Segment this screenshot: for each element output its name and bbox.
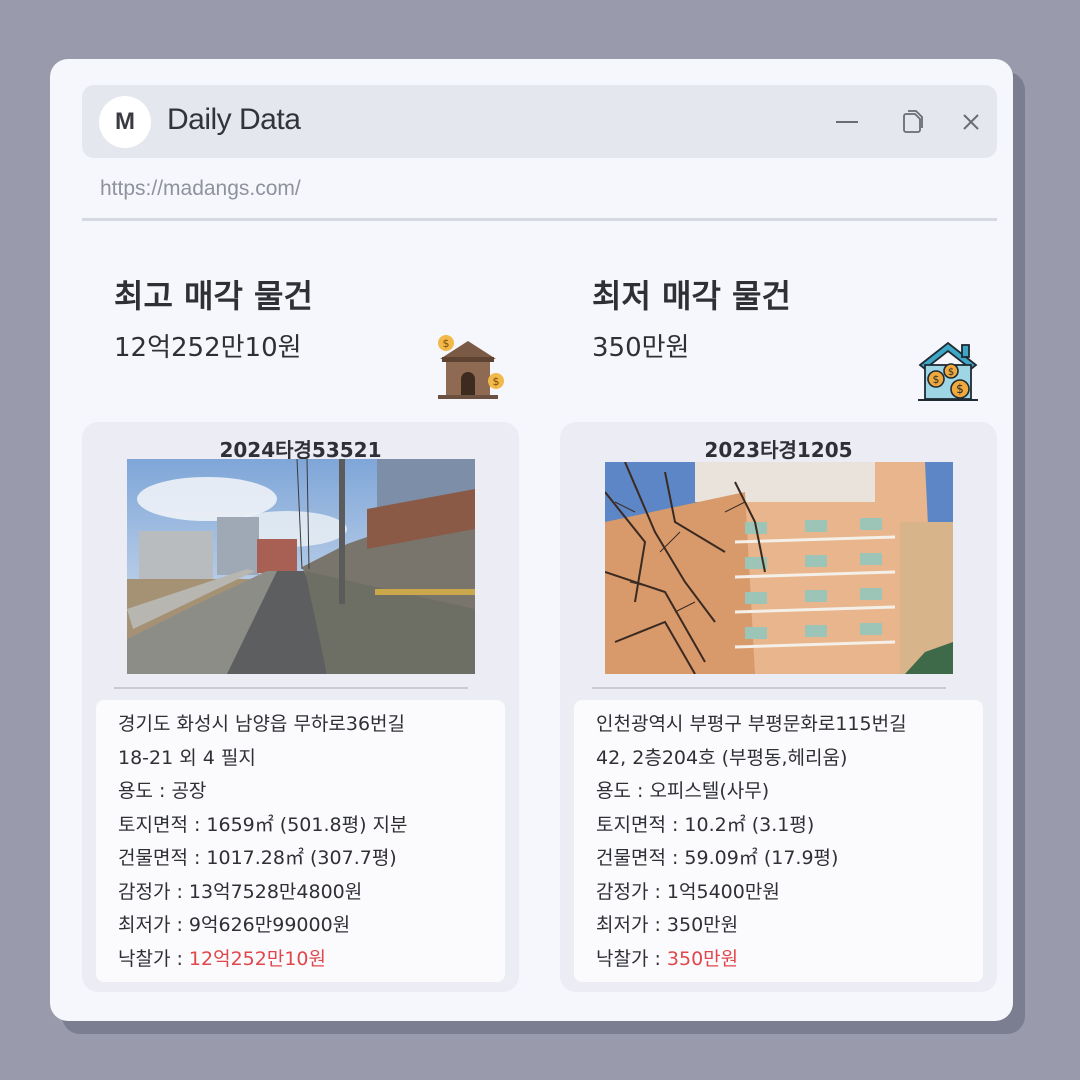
address-line-1: 경기도 화성시 남양읍 무하로36번길 [118,713,406,735]
header-divider [82,218,997,221]
svg-text:$: $ [948,367,954,378]
lowest-sale-price: 350만원 [592,333,690,363]
minimum-price: 최저가 : 9억626만99000원 [118,914,351,936]
app-window: M Daily Data https://madangs.com/ 최고 매각 … [50,59,1013,1021]
title-bar: M Daily Data [82,85,997,158]
winning-bid-label: 낙찰가 : [596,947,667,970]
building-area: 건물면적 : 1017.28㎡ (307.7평) [118,847,397,869]
svg-text:$: $ [493,375,500,388]
usage: 용도 : 공장 [118,780,207,802]
app-title: Daily Data [167,103,301,136]
apartment-building-photo [605,462,953,674]
house-money-icon: $ $ [432,331,504,403]
case-number: 2023타경1205 [704,438,853,462]
minimize-icon[interactable] [832,107,862,137]
close-icon[interactable] [956,107,986,137]
card-divider [592,687,946,689]
highest-sale-heading: 최고 매각 물건 [114,277,313,315]
address-line-1: 인천광역시 부평구 부평문화로115번길 [596,713,907,735]
auction-card-lowest[interactable]: 2023타경1205 인천광역시 부평구 부평문화로115번길 42, 2층20… [560,422,997,992]
winning-bid: 낙찰가 : 12억252만10원 [118,943,505,977]
factory-street-photo [127,459,475,674]
winning-bid: 낙찰가 : 350만원 [596,943,983,977]
winning-bid-label: 낙찰가 : [118,947,189,970]
property-info: 경기도 화성시 남양읍 무하로36번길 18-21 외 4 필지 용도 : 공장… [96,700,505,982]
building-area: 건물면적 : 59.09㎡ (17.9평) [596,847,839,869]
appraisal-price: 감정가 : 13억7528만4800원 [118,880,363,903]
site-url[interactable]: https://madangs.com/ [100,177,301,201]
address-line-2: 42, 2층204호 (부평동,헤리움) [596,746,848,769]
winning-bid-value: 350만원 [666,947,739,970]
land-area: 토지면적 : 10.2㎡ (3.1평) [596,813,815,836]
svg-text:$: $ [443,337,450,350]
property-info: 인천광역시 부평구 부평문화로115번길 42, 2층204호 (부평동,헤리움… [574,700,983,982]
house-coins-icon: $ $ $ [916,339,980,403]
app-logo: M [99,96,151,148]
highest-sale-price: 12억252만10원 [114,333,302,363]
restore-icon[interactable] [896,107,926,137]
auction-card-highest[interactable]: 2024타경53521 경기도 화성시 남양읍 무하로36번길 18-21 외 … [82,422,519,992]
svg-text:$: $ [956,382,964,396]
lowest-sale-heading: 최저 매각 물건 [592,277,791,315]
appraisal-price: 감정가 : 1억5400만원 [596,880,780,903]
land-area: 토지면적 : 1659㎡ (501.8평) 지분 [118,813,408,836]
svg-text:$: $ [933,373,940,386]
minimum-price: 최저가 : 350만원 [596,914,739,936]
usage: 용도 : 오피스텔(사무) [596,780,770,802]
winning-bid-value: 12억252만10원 [188,947,326,970]
card-divider [114,687,468,689]
address-line-2: 18-21 외 4 필지 [118,746,256,769]
